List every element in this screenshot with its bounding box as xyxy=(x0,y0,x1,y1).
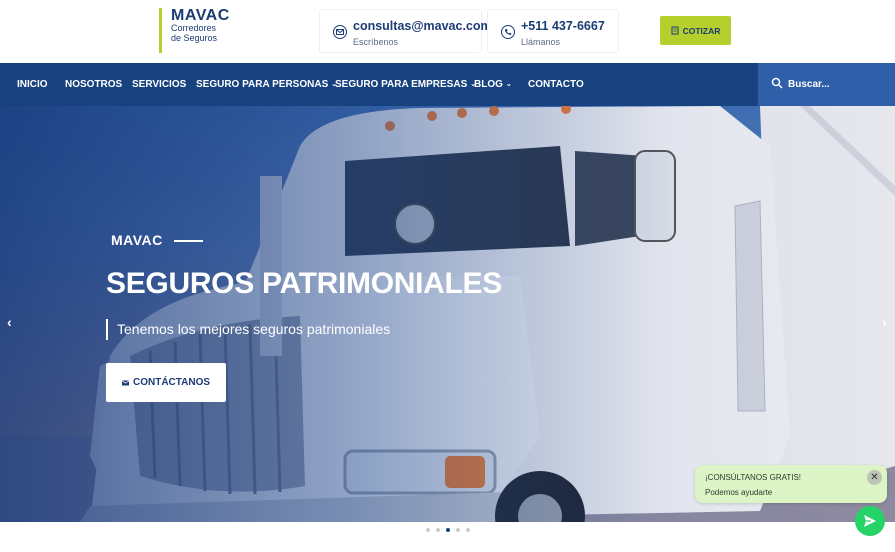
nav-item-contacto[interactable]: CONTACTO xyxy=(528,63,584,106)
chat-popup[interactable]: ¡CONSÚLTANOS GRATIS! Podemos ayudarte ✕ xyxy=(695,465,887,503)
slider-dot[interactable] xyxy=(426,528,430,532)
hero-slider xyxy=(0,106,895,522)
whatsapp-button[interactable] xyxy=(855,506,885,536)
logo-name: MAVAC xyxy=(171,7,230,24)
search-icon[interactable] xyxy=(771,77,783,89)
nav-label: NOSOTROS xyxy=(65,79,123,90)
envelope-icon xyxy=(333,25,347,39)
slider-dots xyxy=(426,528,470,532)
nav-item-seguro-empresas[interactable]: SEGURO PARA EMPRESAS ⌄ xyxy=(335,63,476,106)
email-label: Escríbenos xyxy=(353,37,399,47)
chat-subtitle: Podemos ayudarte xyxy=(705,488,773,497)
phone-label: Llámanos xyxy=(521,37,561,47)
nav-label: SEGURO PARA PERSONAS xyxy=(196,79,329,90)
send-icon xyxy=(864,515,876,527)
nav-item-nosotros[interactable]: NOSOTROS xyxy=(65,63,122,106)
chevron-down-icon: ⌄ xyxy=(505,81,512,88)
nav-label: INICIO xyxy=(17,79,48,90)
phone-icon xyxy=(501,25,515,39)
logo-tagline-line1: Corredores xyxy=(171,23,217,33)
nav-label: BLOG xyxy=(474,79,503,90)
logo-tagline-line2: de Seguros xyxy=(171,33,218,43)
close-icon[interactable]: ✕ xyxy=(867,470,882,485)
contactanos-button[interactable]: CONTÁCTANOS xyxy=(106,363,226,402)
quote-icon xyxy=(671,26,679,35)
slider-dot[interactable] xyxy=(456,528,460,532)
cotizar-button[interactable]: COTIZAR xyxy=(660,16,731,45)
nav-label: CONTACTO xyxy=(528,79,584,90)
search-input[interactable] xyxy=(788,75,888,93)
envelope-icon xyxy=(121,380,129,385)
slider-dot[interactable] xyxy=(436,528,440,532)
nav-item-inicio[interactable]: INICIO xyxy=(17,63,48,106)
kicker-divider xyxy=(174,240,203,242)
chat-title: ¡CONSÚLTANOS GRATIS! xyxy=(705,473,802,482)
slider-dot[interactable] xyxy=(466,528,470,532)
cotizar-label: COTIZAR xyxy=(682,25,721,36)
slider-next-arrow[interactable]: › xyxy=(882,314,887,330)
nav-item-blog[interactable]: BLOG ⌄ xyxy=(474,63,512,106)
search-box[interactable] xyxy=(758,63,895,106)
phone-number[interactable]: +511 437-6667 xyxy=(521,19,605,33)
subtitle-accent-bar xyxy=(106,319,108,340)
hero-overlay xyxy=(0,106,895,522)
nav-item-servicios[interactable]: SERVICIOS xyxy=(132,63,186,106)
nav-label: SERVICIOS xyxy=(132,79,187,90)
brand-logo[interactable]: MAVAC Corredores de Seguros xyxy=(159,8,230,53)
hero-kicker: MAVAC xyxy=(111,232,163,248)
nav-item-seguro-personas[interactable]: SEGURO PARA PERSONAS ⌄ xyxy=(196,63,337,106)
slider-dot-active[interactable] xyxy=(446,528,450,532)
hero-subtitle: Tenemos los mejores seguros patrimoniale… xyxy=(117,321,391,337)
nav-label: SEGURO PARA EMPRESAS xyxy=(335,79,468,90)
top-header: MAVAC Corredores de Seguros consultas@ma… xyxy=(0,0,895,63)
hero-title: SEGUROS PATRIMONIALES xyxy=(106,267,502,300)
slider-prev-arrow[interactable]: ‹ xyxy=(7,314,12,330)
phone-contact-box[interactable]: +511 437-6667 Llámanos xyxy=(487,9,619,53)
email-contact-box[interactable]: consultas@mavac.com.pe Escríbenos xyxy=(319,9,510,53)
contactanos-label: CONTÁCTANOS xyxy=(132,377,211,388)
